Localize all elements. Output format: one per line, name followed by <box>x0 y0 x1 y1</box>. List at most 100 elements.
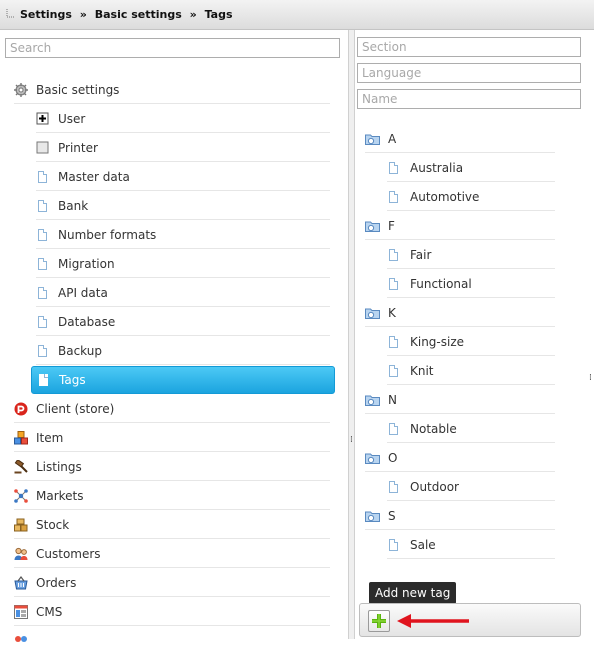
nav-item-label: Markets <box>36 488 84 503</box>
plenty-logo-icon <box>14 402 28 416</box>
tag-item-notable[interactable]: Notable <box>387 415 555 443</box>
nav-item-basic-settings[interactable]: Basic settings <box>14 76 330 104</box>
tag-item-label: Automotive <box>410 189 480 204</box>
nav-item-client-store[interactable]: Client (store) <box>14 395 330 423</box>
sub-item-printer[interactable]: Printer <box>36 134 330 162</box>
nav-item-customers[interactable]: Customers <box>14 540 330 568</box>
tag-group-label: A <box>388 131 397 146</box>
document-icon <box>36 228 50 242</box>
nav-item-markets[interactable]: Markets <box>14 482 330 510</box>
tag-item-king-size[interactable]: King-size <box>387 328 555 356</box>
tag-item-australia[interactable]: Australia <box>387 154 555 182</box>
tag-group-s[interactable]: S <box>365 502 555 530</box>
nav-item-orders[interactable]: Orders <box>14 569 330 597</box>
nav-item-label: Client (store) <box>36 401 115 416</box>
tag-group-a[interactable]: A <box>365 125 555 153</box>
basket-icon <box>14 575 28 590</box>
document-icon <box>36 286 50 300</box>
nav-item-label: Listings <box>36 459 82 474</box>
tag-group-o[interactable]: O <box>365 444 555 472</box>
boxes-icon <box>14 430 28 445</box>
left-navigation-panel: Basic settings User Printer Master data … <box>0 30 348 642</box>
folder-icon <box>365 393 381 407</box>
add-tag-tooltip: Add new tag <box>369 582 457 604</box>
collapsed-box-icon <box>36 141 50 155</box>
stacked-boxes-icon <box>14 518 28 532</box>
document-icon <box>387 364 403 378</box>
document-icon <box>36 315 50 329</box>
document-icon <box>36 199 50 213</box>
tag-group-f[interactable]: F <box>365 212 555 240</box>
expand-plus-icon <box>36 112 50 126</box>
nav-item-stock[interactable]: Stock <box>14 511 330 539</box>
nav-item-label: Item <box>36 430 64 445</box>
add-tag-button[interactable] <box>368 610 390 632</box>
sub-item-master-data[interactable]: Master data <box>36 163 330 191</box>
sub-item-label: Master data <box>58 169 130 184</box>
tag-group-k[interactable]: K <box>365 299 555 327</box>
tag-item-label: Outdoor <box>410 479 459 494</box>
document-icon <box>387 538 403 552</box>
sub-item-number-formats[interactable]: Number formats <box>36 221 330 249</box>
panel-splitter[interactable]: ⁞ <box>348 30 355 639</box>
tag-item-label: King-size <box>410 334 465 349</box>
tag-item-label: Australia <box>410 160 464 175</box>
sub-item-api-data[interactable]: API data <box>36 279 330 307</box>
folder-icon <box>365 132 381 146</box>
tag-group-label: K <box>388 305 396 320</box>
tree-branch-icon <box>6 9 15 18</box>
tag-group-label: F <box>388 218 395 233</box>
tag-group-label: N <box>388 392 397 407</box>
sub-item-tags-selected[interactable]: Tags <box>31 366 335 394</box>
tag-item-fair[interactable]: Fair <box>387 241 555 269</box>
folder-icon <box>365 451 381 465</box>
tag-item-outdoor[interactable]: Outdoor <box>387 473 555 501</box>
nav-item-label: CMS <box>36 604 63 619</box>
breadcrumb-settings[interactable]: Settings <box>20 8 72 21</box>
sub-item-bank[interactable]: Bank <box>36 192 330 220</box>
tag-item-label: Sale <box>410 537 436 552</box>
tag-item-knit[interactable]: Knit <box>387 357 555 385</box>
document-icon <box>387 190 403 204</box>
sub-item-database[interactable]: Database <box>36 308 330 336</box>
tag-item-sale[interactable]: Sale <box>387 531 555 559</box>
language-filter-input[interactable] <box>357 63 581 83</box>
document-icon <box>387 248 403 262</box>
tag-group-n[interactable]: N <box>365 386 555 414</box>
sub-item-label: API data <box>58 285 108 300</box>
folder-icon <box>365 509 381 523</box>
tag-item-functional[interactable]: Functional <box>387 270 555 298</box>
tag-item-label: Knit <box>410 363 434 378</box>
document-icon <box>37 373 51 387</box>
right-edge-grip-icon[interactable]: ⁞ <box>589 373 592 383</box>
document-icon <box>387 335 403 349</box>
sub-item-user[interactable]: User <box>36 105 330 133</box>
nav-item-cms[interactable]: CMS <box>14 598 330 626</box>
tag-item-label: Notable <box>410 421 457 436</box>
tag-item-automotive[interactable]: Automotive <box>387 183 555 211</box>
nav-item-listings[interactable]: Listings <box>14 453 330 481</box>
breadcrumb-basic-settings[interactable]: Basic settings <box>95 8 182 21</box>
sub-item-label: Database <box>58 314 116 329</box>
header-bar: Settings » Basic settings » Tags <box>0 0 594 30</box>
nav-item-cut-off[interactable] <box>14 627 330 655</box>
name-filter-input[interactable] <box>357 89 581 109</box>
sub-item-label: Printer <box>58 140 98 155</box>
sub-item-label: Tags <box>59 373 86 387</box>
gavel-icon <box>14 458 28 474</box>
section-filter-input[interactable] <box>357 37 581 57</box>
search-input[interactable] <box>5 38 340 58</box>
nav-item-label: Basic settings <box>36 82 120 97</box>
breadcrumb-tags: Tags <box>204 8 233 21</box>
splitter-grip-icon[interactable]: ⁞ <box>350 435 353 445</box>
tag-item-label: Fair <box>410 247 432 262</box>
sub-item-migration[interactable]: Migration <box>36 250 330 278</box>
folder-icon <box>365 306 381 320</box>
nav-item-item[interactable]: Item <box>14 424 330 452</box>
tag-group-label: S <box>388 508 396 523</box>
document-icon <box>387 161 403 175</box>
sub-item-backup[interactable]: Backup <box>36 337 330 365</box>
partial-item-icon <box>14 634 28 648</box>
tag-group-label: O <box>388 450 398 465</box>
document-icon <box>36 344 50 358</box>
